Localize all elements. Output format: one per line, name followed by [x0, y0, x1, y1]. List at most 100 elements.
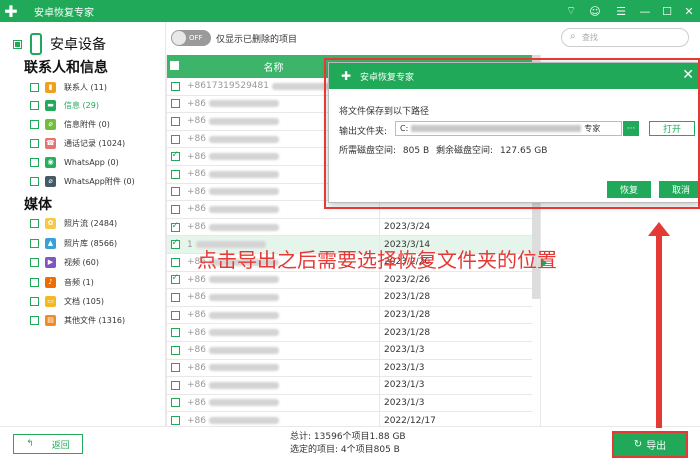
row-checkbox-cell [167, 150, 183, 162]
row-checkbox[interactable] [170, 99, 180, 109]
highlight-box [324, 58, 700, 209]
filter-label: 仅显示已删除的项目 [216, 34, 298, 45]
sidebar-item-video[interactable]: ▶ 视频 (60) [30, 255, 99, 269]
sidebar-item-other-files[interactable]: ▤ 其他文件 (1316) [30, 313, 125, 327]
chat-icon[interactable]: ☺ [584, 0, 606, 22]
table-row[interactable]: +86 2023/3/24 [167, 218, 532, 237]
filter-bar: OFF 仅显示已删除的项目 ⌕ 查找 [166, 22, 700, 54]
checkbox[interactable] [30, 238, 39, 248]
table-row[interactable]: +86 2023/1/3 [167, 359, 532, 378]
row-name-text: +86 [187, 292, 206, 303]
row-name-redacted [209, 188, 279, 196]
row-name-redacted [209, 170, 279, 178]
row-checkbox[interactable] [170, 345, 180, 355]
table-row[interactable]: +86 2023/1/28 [167, 289, 532, 307]
row-name-redacted [209, 381, 279, 389]
minimize-icon[interactable]: — [634, 0, 656, 22]
row-name-text: +86 [187, 204, 206, 215]
row-checkbox[interactable] [170, 204, 180, 214]
table-row[interactable]: +86 2023/1/3 [167, 377, 532, 395]
row-checkbox[interactable] [170, 292, 180, 302]
row-checkbox[interactable] [170, 221, 180, 232]
video-icon: ▶ [45, 256, 56, 268]
sidebar-item-attachments[interactable]: ⌀ 信息附件 (0) [30, 117, 110, 131]
row-checkbox[interactable] [170, 81, 180, 91]
sidebar-item-whatsapp-attachments[interactable]: ⌀ WhatsApp附件 (0) [30, 174, 135, 188]
checkbox[interactable] [30, 119, 39, 129]
export-icon: ↻ [633, 439, 643, 450]
row-name-text: +86 [187, 134, 206, 145]
document-icon: ▭ [45, 295, 56, 307]
checkbox[interactable] [30, 82, 39, 92]
sidebar-item-label: 其他文件 (1316) [64, 315, 126, 325]
device-checkbox[interactable] [13, 39, 22, 49]
table-row[interactable]: +86 2023/2/26 [167, 271, 532, 290]
row-checkbox[interactable] [170, 363, 180, 373]
table-row[interactable]: +86 2023/1/3 [167, 341, 532, 360]
group-title-media: 媒体 [24, 197, 52, 213]
checkbox[interactable] [30, 218, 39, 228]
checkbox[interactable] [30, 257, 39, 267]
table-row[interactable]: +86 2023/1/28 [167, 324, 532, 342]
row-name-text: +8617319529481 [187, 81, 269, 92]
checkbox[interactable] [30, 157, 39, 167]
row-checkbox-cell [167, 81, 183, 91]
row-checkbox[interactable] [170, 238, 180, 250]
device-item[interactable]: 安卓设备 [13, 33, 106, 55]
row-checkbox[interactable] [170, 134, 180, 144]
row-checkbox-cell [167, 398, 183, 408]
row-checkbox-cell [167, 116, 183, 126]
sidebar-item-label: 照片库 (8566) [64, 238, 118, 248]
table-row[interactable]: +86 2023/1/3 [167, 394, 532, 413]
row-name-redacted [209, 399, 279, 407]
maximize-icon[interactable]: ☐ [656, 0, 678, 22]
table-row[interactable]: +86 2022/12/17 [167, 412, 532, 426]
row-name-redacted [209, 135, 279, 143]
sidebar-item-contacts[interactable]: ▮ 联系人 (11) [30, 80, 107, 94]
checkbox[interactable] [30, 100, 39, 110]
sidebar-item-photo-library[interactable]: ▲ 照片库 (8566) [30, 236, 117, 250]
row-checkbox[interactable] [170, 187, 180, 197]
row-checkbox[interactable] [170, 416, 180, 426]
row-checkbox[interactable] [170, 310, 180, 320]
row-name-text: +86 [187, 362, 206, 373]
row-checkbox[interactable] [170, 398, 180, 408]
table-row[interactable]: +86 2023/1/28 [167, 306, 532, 325]
sidebar-item-audio[interactable]: ♪ 音频 (1) [30, 275, 94, 289]
sidebar-item-label: 照片流 (2484) [64, 218, 118, 228]
sidebar-item-call-log[interactable]: ☎ 通话记录 (1024) [30, 136, 125, 150]
row-checkbox[interactable] [170, 169, 180, 179]
checkbox[interactable] [30, 315, 39, 325]
deleted-only-toggle[interactable]: OFF [171, 30, 211, 46]
row-checkbox-cell [167, 273, 183, 285]
row-checkbox[interactable] [170, 328, 180, 338]
row-checkbox-cell [167, 310, 183, 320]
sidebar-item-whatsapp[interactable]: ◉ WhatsApp (0) [30, 155, 119, 169]
close-icon[interactable]: ✕ [678, 0, 700, 22]
row-date: 2023/1/28 [384, 327, 431, 338]
sidebar-item-messages[interactable]: ▬ 信息 (29) [30, 98, 99, 112]
row-checkbox[interactable] [170, 380, 180, 390]
checkbox[interactable] [30, 277, 39, 287]
search-input[interactable]: ⌕ 查找 [561, 28, 689, 47]
sidebar-item-photostream[interactable]: ✿ 照片流 (2484) [30, 216, 117, 230]
checkbox[interactable] [30, 296, 39, 306]
row-name-redacted [209, 276, 279, 284]
back-icon: ↰ [26, 439, 34, 449]
row-checkbox[interactable] [170, 273, 180, 285]
contacts-icon: ▮ [45, 81, 56, 93]
row-checkbox[interactable] [170, 257, 180, 267]
menu-icon[interactable]: ☰ [610, 0, 632, 22]
sidebar-item-label: 信息附件 (0) [64, 119, 110, 129]
row-name-text: 1 [187, 239, 193, 250]
row-checkbox[interactable] [170, 150, 180, 162]
wifi-icon[interactable]: ⌔ [560, 0, 582, 22]
back-button[interactable]: ↰ 返回 [13, 434, 83, 454]
checkbox[interactable] [30, 138, 39, 148]
row-checkbox[interactable] [170, 116, 180, 126]
select-all-checkbox[interactable] [170, 61, 179, 70]
sidebar-item-documents[interactable]: ▭ 文档 (105) [30, 294, 104, 308]
export-button[interactable]: ↻ 导出 [612, 431, 688, 458]
row-date: 2022/12/17 [384, 415, 436, 426]
checkbox[interactable] [30, 176, 39, 186]
